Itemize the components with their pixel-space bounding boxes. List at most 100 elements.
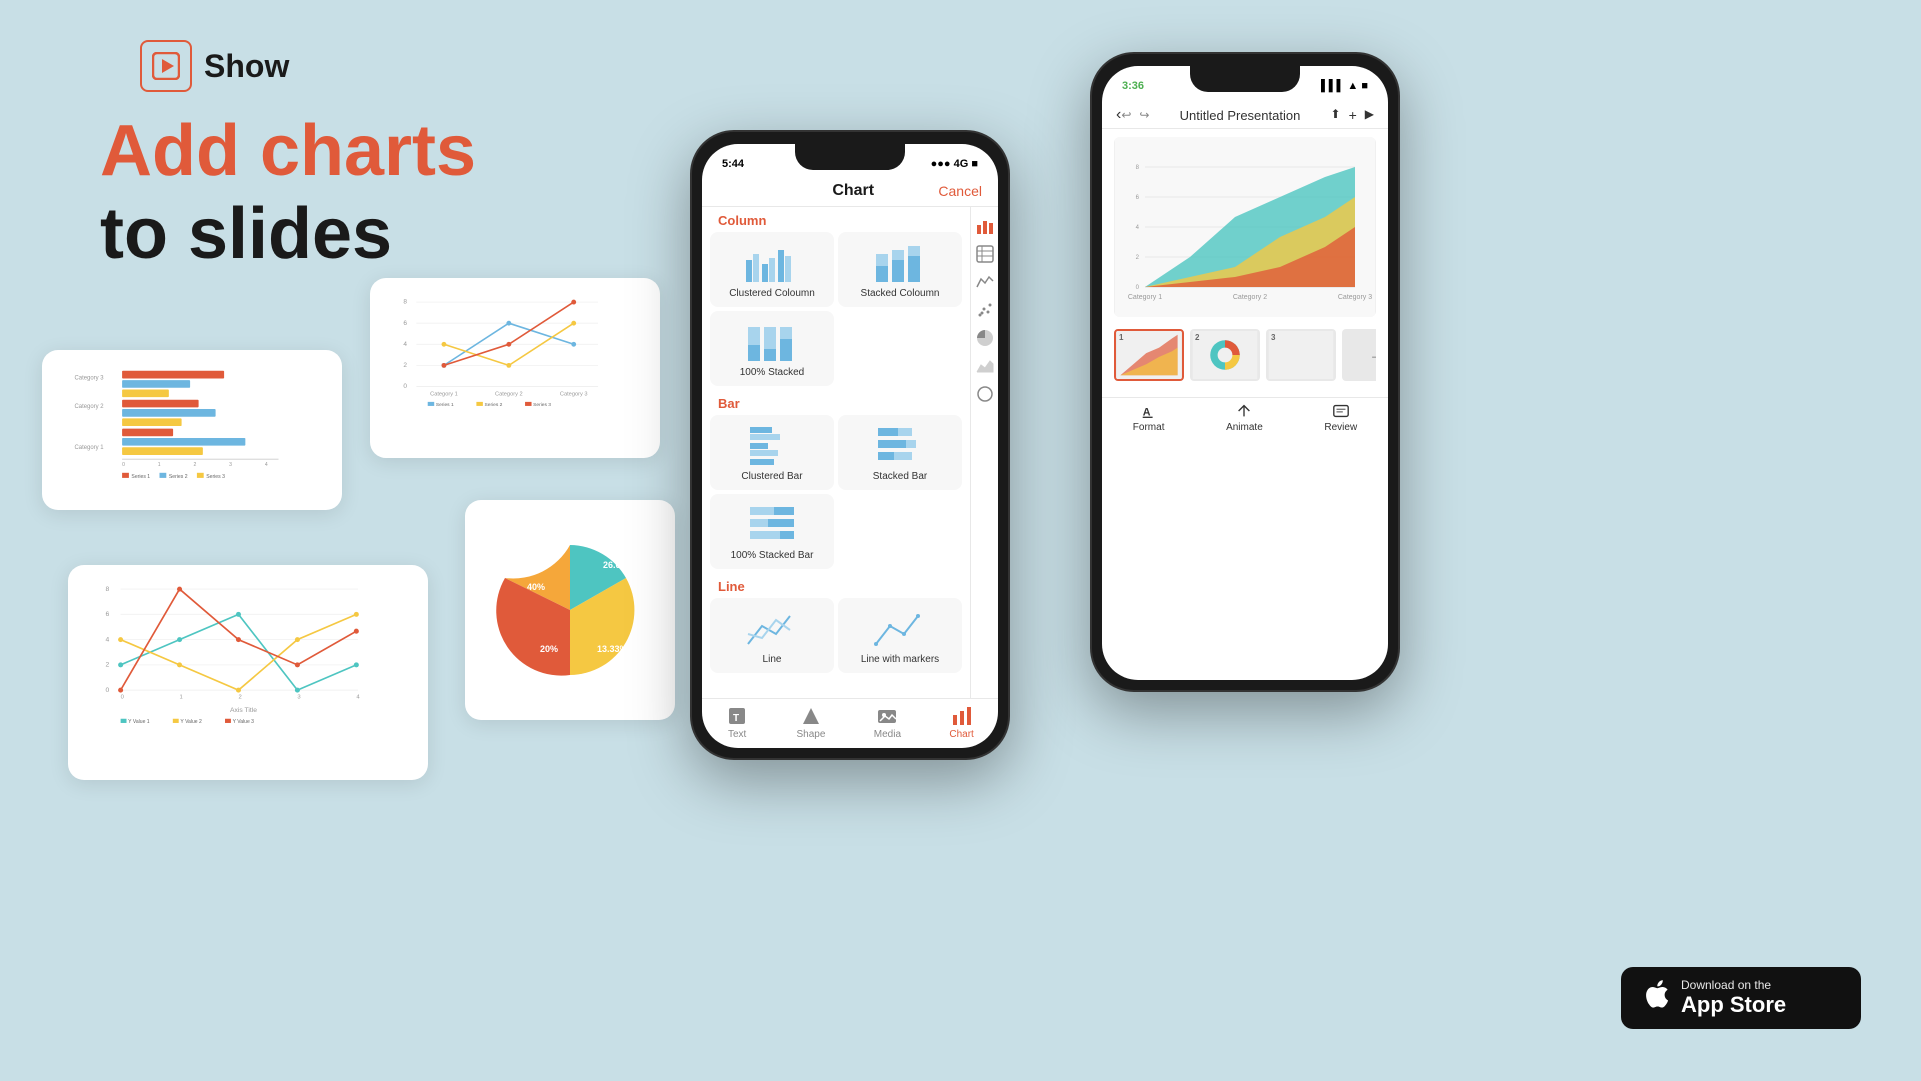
svg-text:Series 2: Series 2 xyxy=(169,474,188,480)
svg-text:1: 1 xyxy=(158,462,161,468)
clustered-bar-icon xyxy=(742,423,802,467)
thumb-chart-3 xyxy=(1268,331,1334,379)
cancel-button[interactable]: Cancel xyxy=(938,183,982,199)
svg-text:Category 2: Category 2 xyxy=(495,391,523,397)
thumb-chart-2 xyxy=(1192,331,1258,379)
svg-text:Series 2: Series 2 xyxy=(485,402,503,408)
main-slide-chart: Category 1 Category 2 Category 3 0 2 4 6… xyxy=(1114,137,1376,317)
100-stacked-bar-label: 100% Stacked Bar xyxy=(731,550,814,561)
svg-text:Category 3: Category 3 xyxy=(75,375,105,381)
sidebar-table-icon[interactable] xyxy=(976,245,994,263)
chart-picker-content: Column C xyxy=(702,207,970,698)
phone-left: 5:44 ●●● 4G ■ Chart Cancel Column xyxy=(690,130,1010,760)
thumb-chart-1 xyxy=(1116,331,1182,379)
line-icon xyxy=(742,606,802,650)
sidebar-bar-chart-icon[interactable] xyxy=(976,217,994,235)
pres-share-icon[interactable]: ⬆ xyxy=(1331,107,1341,123)
pres-actions: ↩ ↪ xyxy=(1121,108,1149,122)
thumb-num-2: 2 xyxy=(1195,333,1199,342)
svg-text:40%: 40% xyxy=(527,582,545,592)
review-tool[interactable]: Review xyxy=(1324,402,1357,433)
chart-item-clustered-column[interactable]: Clustered Coloumn xyxy=(710,232,834,307)
sidebar-line-icon[interactable] xyxy=(976,273,994,291)
slide-thumb-1[interactable]: 1 xyxy=(1114,329,1184,381)
chart-item-stacked-column[interactable]: Stacked Coloumn xyxy=(838,232,962,307)
svg-text:2: 2 xyxy=(238,695,241,701)
toolbar-media-label: Media xyxy=(874,729,901,740)
slide-thumb-3[interactable]: 3 xyxy=(1266,329,1336,381)
chart-picker-sidebar xyxy=(970,207,998,698)
toolbar-text-label: Text xyxy=(728,729,746,740)
phone-body-right: 3:36 ▌▌▌ ▲ ■ ‹ ↩ ↪ Untitled Presentation… xyxy=(1090,52,1400,692)
chart-item-100-stacked[interactable]: 100% Stacked xyxy=(710,311,834,386)
section-label-line: Line xyxy=(710,573,962,598)
svg-text:0: 0 xyxy=(122,462,125,468)
svg-text:Series 1: Series 1 xyxy=(436,402,454,408)
phone-right: 3:36 ▌▌▌ ▲ ■ ‹ ↩ ↪ Untitled Presentation… xyxy=(1090,52,1400,692)
svg-text:Category 1: Category 1 xyxy=(1128,294,1162,301)
pres-main-slide[interactable]: Category 1 Category 2 Category 3 0 2 4 6… xyxy=(1114,137,1376,317)
chart-item-line-markers[interactable]: Line with markers xyxy=(838,598,962,673)
chart-picker-header: Chart Cancel xyxy=(702,176,998,207)
apple-logo xyxy=(1641,977,1669,1019)
format-tool[interactable]: A Format xyxy=(1133,402,1165,433)
chart-item-clustered-bar[interactable]: Clustered Bar xyxy=(710,415,834,490)
chart-item-line[interactable]: Line xyxy=(710,598,834,673)
sidebar-area-icon[interactable] xyxy=(976,357,994,375)
100-stacked-bar-icon xyxy=(742,502,802,546)
pres-slide-area: Category 1 Category 2 Category 3 0 2 4 6… xyxy=(1102,129,1388,397)
line-chart-bottom-card: 8 6 4 2 0 0 1 2 3 4 Axis Title xyxy=(68,565,428,780)
sidebar-pie-icon[interactable] xyxy=(976,329,994,347)
sidebar-circle-icon[interactable] xyxy=(976,385,994,403)
svg-text:20%: 20% xyxy=(540,644,558,654)
time-right: 3:36 xyxy=(1122,80,1144,92)
toolbar-media[interactable]: Media xyxy=(874,705,901,740)
svg-text:Category 2: Category 2 xyxy=(75,404,104,410)
toolbar-text[interactable]: T Text xyxy=(726,705,748,740)
pres-header: ‹ ↩ ↪ Untitled Presentation ⬆ + ▶ xyxy=(1102,98,1388,129)
clustered-column-icon xyxy=(742,240,802,284)
chart-picker: Chart Cancel Column xyxy=(702,176,998,748)
chart-item-100-stacked-bar[interactable]: 100% Stacked Bar xyxy=(710,494,834,569)
svg-text:Series 3: Series 3 xyxy=(533,402,551,408)
svg-text:8: 8 xyxy=(403,299,407,306)
svg-text:2: 2 xyxy=(193,462,196,468)
logo-icon xyxy=(140,40,192,92)
svg-text:4: 4 xyxy=(105,636,109,643)
toolbar-chart[interactable]: Chart xyxy=(949,705,973,740)
pres-undo-icon[interactable]: ↩ xyxy=(1121,108,1131,122)
svg-text:Category 1: Category 1 xyxy=(430,391,458,397)
review-label: Review xyxy=(1324,422,1357,433)
phone-screen-left: 5:44 ●●● 4G ■ Chart Cancel Column xyxy=(702,144,998,748)
app-store-badge[interactable]: Download on the App Store xyxy=(1621,967,1861,1029)
sidebar-scatter-icon[interactable] xyxy=(976,301,994,319)
animate-label: Animate xyxy=(1226,422,1263,433)
pie-chart-svg: 26.67% 20% 13.33% 40% xyxy=(465,500,675,720)
animate-tool[interactable]: Animate xyxy=(1226,402,1263,433)
svg-text:0: 0 xyxy=(105,687,109,694)
slide-thumb-add[interactable]: + xyxy=(1342,329,1376,381)
toolbar-shape[interactable]: Shape xyxy=(797,705,826,740)
clustered-column-label: Clustered Coloumn xyxy=(729,288,815,299)
pie-chart-card: 26.67% 20% 13.33% 40% xyxy=(465,500,675,720)
pres-title: Untitled Presentation xyxy=(1149,108,1330,123)
time-left: 5:44 xyxy=(722,158,744,170)
headline-line2: to slides xyxy=(100,193,476,276)
toolbar-chart-label: Chart xyxy=(949,729,973,740)
pres-play-icon[interactable]: ▶ xyxy=(1365,107,1374,123)
stacked-bar-icon xyxy=(870,423,930,467)
svg-text:13.33%: 13.33% xyxy=(597,644,628,654)
svg-text:0: 0 xyxy=(121,695,125,701)
logo-area: Show xyxy=(140,40,289,92)
slide-thumb-2[interactable]: 2 xyxy=(1190,329,1260,381)
svg-text:6: 6 xyxy=(403,320,407,327)
svg-text:Y Value 2: Y Value 2 xyxy=(180,719,202,725)
chart-item-stacked-bar[interactable]: Stacked Bar xyxy=(838,415,962,490)
svg-text:0: 0 xyxy=(403,383,407,390)
pres-add-icon[interactable]: + xyxy=(1349,107,1357,123)
pres-redo-icon[interactable]: ↪ xyxy=(1139,108,1149,122)
100-stacked-icon xyxy=(742,319,802,363)
chart-picker-title: Chart xyxy=(768,182,938,200)
signal-left: ●●● 4G ■ xyxy=(931,158,978,170)
headline: Add charts to slides xyxy=(100,110,476,276)
